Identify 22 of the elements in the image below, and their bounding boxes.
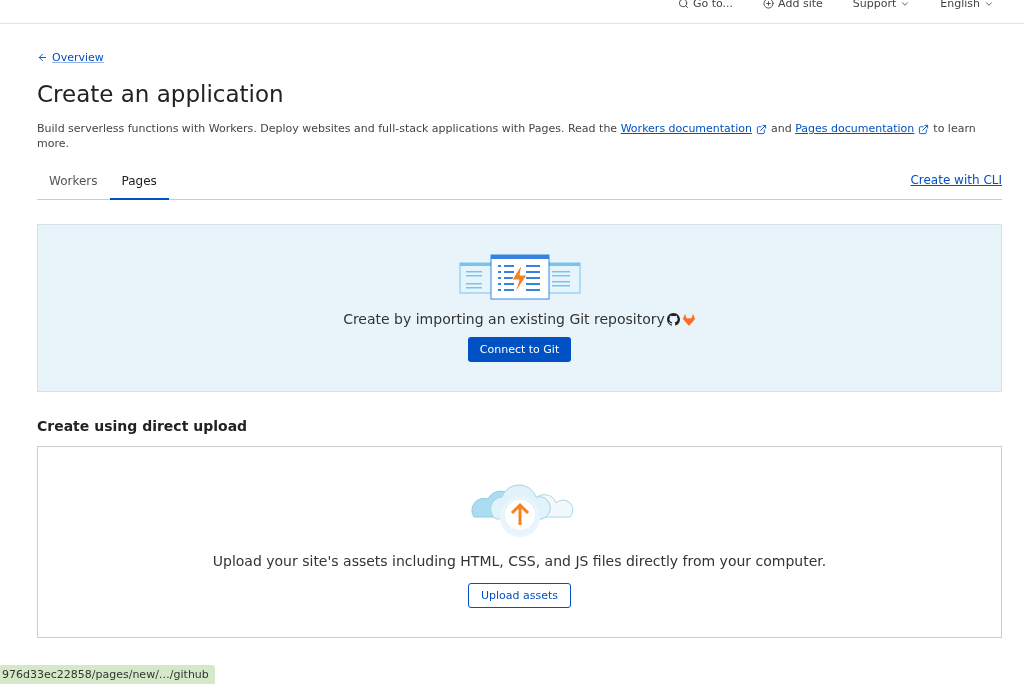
upload-description: Upload your site's assets including HTML, CSS, and JS files directly from your computer. [212,553,827,570]
fox-icon [681,312,696,326]
section-heading: Create using direct upload [37,417,249,434]
description-text: Build serverless functions with Workers. Deploy websites and full-stack applications with Pages. Read the Workers documentation and Pages documentation to learn more. [37,121,977,152]
caret-icon [984,0,994,9]
left-arrow-icon [37,52,48,63]
overview-link[interactable]: Overview [37,51,104,64]
caret-icon [900,0,911,9]
connect-to-git-button[interactable]: Connect to Git [467,337,572,363]
create-with-cli-link[interactable]: Create with CLI [910,172,1002,187]
status-bar-url: 976d33ec22858/pages/new/…/github [0,665,215,684]
upload-assets-button[interactable]: Upload assets [467,583,572,609]
external-link-icon [918,123,930,135]
workers-docs-link[interactable]: Workers documentation [620,122,752,135]
external-link-icon [755,123,767,135]
page-title: Create an application [37,81,285,107]
tab[interactable]: Pages [109,167,169,200]
github-icon [666,312,680,326]
git-import-text: Create by importing an existing Git repository [343,311,665,328]
tab[interactable]: Workers [37,167,110,200]
search-icon [678,0,689,9]
pages-docs-link[interactable]: Pages documentation [795,122,915,135]
